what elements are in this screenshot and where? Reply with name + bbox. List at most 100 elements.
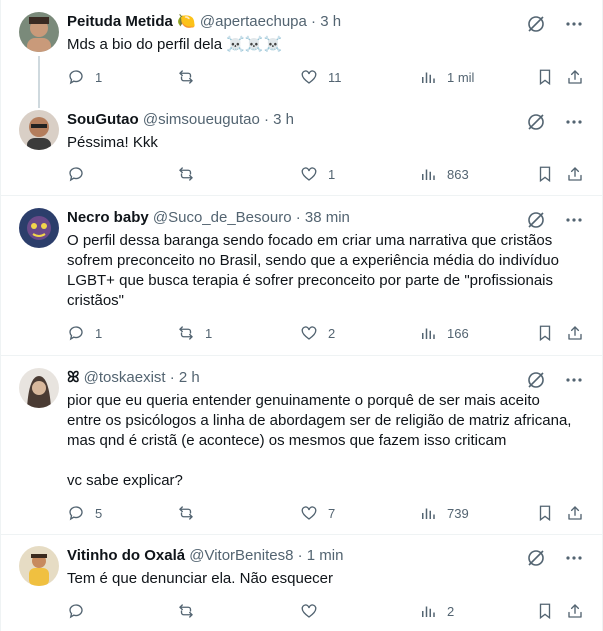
views-button[interactable]: 863 xyxy=(419,165,469,183)
tweet[interactable]: Necro baby @Suco_de_Besouro · 38 min O p… xyxy=(1,208,602,358)
share-icon xyxy=(566,602,584,620)
share-button[interactable] xyxy=(566,68,584,86)
tweet-text: pior que eu queria entender genuinamente… xyxy=(67,391,587,491)
grok-icon[interactable] xyxy=(526,112,546,132)
more-options-icon[interactable] xyxy=(564,370,584,390)
tweet-text: Péssima! Kkk xyxy=(67,133,587,153)
action-bar: 1 11 1 mil xyxy=(67,68,584,88)
retweet-button[interactable] xyxy=(177,504,205,522)
bookmark-icon xyxy=(536,602,554,620)
like-button[interactable]: 11 xyxy=(300,68,342,86)
like-button[interactable]: 2 xyxy=(300,324,335,342)
like-icon xyxy=(300,68,318,86)
tweet-header: Necro baby @Suco_de_Besouro · 38 min xyxy=(67,208,350,228)
timestamp[interactable]: 3 h xyxy=(320,13,341,30)
tweet[interactable]: Peituda Metida 🍋 @apertaechupa · 3 h Mds… xyxy=(1,12,602,108)
retweet-button[interactable] xyxy=(177,68,205,86)
bookmark-button[interactable] xyxy=(536,602,554,620)
bookmark-icon xyxy=(536,68,554,86)
user-handle[interactable]: @simsoueugutao xyxy=(143,111,260,128)
views-icon xyxy=(419,602,437,620)
retweet-button[interactable] xyxy=(177,602,205,620)
tweet-line: pior que eu queria entender genuinamente… xyxy=(67,392,540,409)
reply-button[interactable] xyxy=(67,165,95,183)
like-button[interactable]: 7 xyxy=(300,504,335,522)
grok-icon[interactable] xyxy=(526,14,546,34)
display-name[interactable]: Vitinho do Oxalá xyxy=(67,547,185,564)
like-button[interactable]: 1 xyxy=(300,165,335,183)
user-handle[interactable]: @VitorBenites8 xyxy=(189,547,293,564)
like-icon xyxy=(300,504,318,522)
more-options-icon[interactable] xyxy=(564,14,584,34)
tweet-top-icons xyxy=(526,548,584,568)
tweet-header: Peituda Metida 🍋 @apertaechupa · 3 h xyxy=(67,12,341,32)
tweet-line: cristãos" xyxy=(67,292,125,309)
separator: · xyxy=(169,369,175,386)
share-button[interactable] xyxy=(566,165,584,183)
display-name[interactable]: ꕤ xyxy=(67,369,79,386)
avatar[interactable] xyxy=(19,546,59,586)
bookmark-button[interactable] xyxy=(536,504,554,522)
reply-button[interactable]: 1 xyxy=(67,324,102,342)
timestamp[interactable]: 1 min xyxy=(307,547,344,564)
reply-button[interactable] xyxy=(67,602,95,620)
separator: · xyxy=(263,111,269,128)
share-button[interactable] xyxy=(566,324,584,342)
display-name[interactable]: Peituda Metida 🍋 xyxy=(67,13,196,30)
share-button[interactable] xyxy=(566,602,584,620)
separator: · xyxy=(297,547,303,564)
bookmark-button[interactable] xyxy=(536,324,554,342)
tweet-header: SouGutao @simsoueugutao · 3 h xyxy=(67,110,294,130)
share-icon xyxy=(566,165,584,183)
views-button[interactable]: 2 xyxy=(419,602,454,620)
views-count: 739 xyxy=(447,505,469,521)
like-icon xyxy=(300,602,318,620)
bookmark-button[interactable] xyxy=(536,68,554,86)
user-handle[interactable]: @Suco_de_Besouro xyxy=(153,209,292,226)
avatar[interactable] xyxy=(19,12,59,52)
reply-button[interactable]: 1 xyxy=(67,68,102,86)
tweet[interactable]: ꕤ @toskaexist · 2 h pior que eu queria e… xyxy=(1,368,602,530)
action-bar: 5 7 739 xyxy=(67,504,584,524)
share-button[interactable] xyxy=(566,504,584,522)
retweet-icon xyxy=(177,504,195,522)
share-icon xyxy=(566,68,584,86)
tweet[interactable]: Vitinho do Oxalá @VitorBenites8 · 1 min … xyxy=(1,546,602,631)
like-count: 1 xyxy=(328,166,336,182)
views-button[interactable]: 166 xyxy=(419,324,469,342)
user-handle[interactable]: @toskaexist xyxy=(84,369,166,386)
user-handle[interactable]: @apertaechupa xyxy=(200,13,307,30)
like-icon xyxy=(300,324,318,342)
bookmark-button[interactable] xyxy=(536,165,554,183)
more-options-icon[interactable] xyxy=(564,210,584,230)
like-button[interactable] xyxy=(300,602,328,620)
views-button[interactable]: 1 mil xyxy=(419,68,474,86)
divider xyxy=(1,534,602,535)
views-icon xyxy=(419,324,437,342)
tweet-top-icons xyxy=(526,210,584,230)
reply-count: 1 xyxy=(95,69,103,85)
reply-icon xyxy=(67,504,85,522)
views-icon xyxy=(419,504,437,522)
reply-button[interactable]: 5 xyxy=(67,504,102,522)
avatar[interactable] xyxy=(19,208,59,248)
retweet-button[interactable] xyxy=(177,165,205,183)
timestamp[interactable]: 3 h xyxy=(273,111,294,128)
avatar[interactable] xyxy=(19,368,59,408)
grok-icon[interactable] xyxy=(526,210,546,230)
more-options-icon[interactable] xyxy=(564,548,584,568)
display-name[interactable]: SouGutao xyxy=(67,111,139,128)
timestamp[interactable]: 2 h xyxy=(179,369,200,386)
tweet-top-icons xyxy=(526,112,584,132)
avatar[interactable] xyxy=(19,110,59,150)
grok-icon[interactable] xyxy=(526,548,546,568)
grok-icon[interactable] xyxy=(526,370,546,390)
tweet-line: entre os psicólogos a linha de abordagem… xyxy=(67,412,572,429)
more-options-icon[interactable] xyxy=(564,112,584,132)
views-button[interactable]: 739 xyxy=(419,504,469,522)
tweet[interactable]: SouGutao @simsoueugutao · 3 h Péssima! K… xyxy=(1,110,602,196)
timestamp[interactable]: 38 min xyxy=(305,209,350,226)
views-icon xyxy=(419,68,437,86)
retweet-button[interactable]: 1 xyxy=(177,324,212,342)
display-name[interactable]: Necro baby xyxy=(67,209,149,226)
